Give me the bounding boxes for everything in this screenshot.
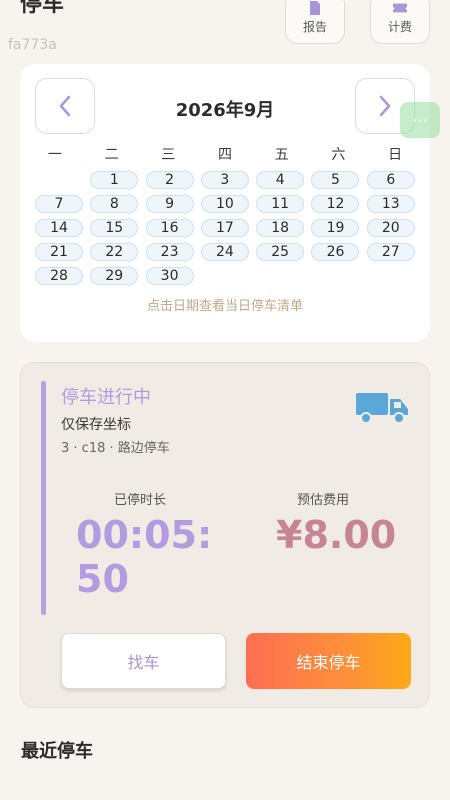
accent-bar [41,381,46,615]
parking-meta: 3 · c18 · 路边停车 [61,441,170,456]
calendar-day[interactable]: 8 [90,195,139,213]
calendar-day[interactable]: 29 [90,267,139,285]
document-icon [310,1,320,15]
calendar-day[interactable]: 20 [366,219,415,237]
parking-page: 停车 报告 计费 fa773a 2026年9月 一 二 三 四 五 六 日 1 … [0,0,450,800]
fee-label: 预估费用 [297,493,350,508]
billing-button[interactable]: 计费 [370,0,430,44]
weekday-label: 日 [388,147,403,163]
truck-icon [356,393,408,424]
calendar-hint: 点击日期查看当日停车清单 [146,299,303,314]
calendar-day[interactable]: 18 [256,219,305,237]
report-label: 报告 [302,20,327,34]
calendar-empty-cell [35,171,83,189]
calendar-day[interactable]: 24 [200,243,249,261]
calendar-day[interactable]: 21 [35,243,83,261]
calendar-day[interactable]: 26 [311,243,360,261]
parking-status-title: 停车进行中 [61,387,151,408]
calendar-day[interactable]: 5 [311,171,360,189]
calendar-day[interactable]: 16 [145,219,194,237]
page-title: 停车 [20,0,65,17]
calendar-day[interactable]: 3 [200,171,249,189]
more-dots-icon: ··· [412,110,428,130]
weekday-label: 六 [331,147,346,163]
calendar-day[interactable]: 17 [200,219,249,237]
weekday-header: 一 二 三 四 五 六 日 [30,144,420,164]
calendar-day[interactable]: 30 [145,267,194,285]
calendar-day[interactable]: 15 [90,219,139,237]
active-parking-card: 停车进行中 仅保存坐标 3 · c18 · 路边停车 已停时长 预估费用 00:… [20,362,430,708]
end-parking-button[interactable]: 结束停车 [246,633,411,689]
calendar-day[interactable]: 25 [256,243,305,261]
calendar-day[interactable]: 22 [90,243,139,261]
calendar-day[interactable]: 6 [366,171,415,189]
weekday-label: 四 [217,147,232,163]
calendar-days-grid: 1 2 3 4 5 6 7 8 9 10 11 12 13 14 15 16 1… [35,171,415,285]
calendar-day[interactable]: 27 [366,243,415,261]
calendar-day[interactable]: 10 [200,195,249,213]
weekday-label: 二 [104,147,119,163]
calendar-day[interactable]: 13 [366,195,415,213]
duration-label: 已停时长 [114,493,167,508]
recent-parking-title: 最近停车 [21,741,93,762]
weekday-label: 一 [47,147,62,163]
billing-label: 计费 [387,20,412,34]
fee-value: ¥8.00 [276,513,397,557]
calendar-card: 2026年9月 一 二 三 四 五 六 日 1 2 3 4 5 6 7 8 9 … [20,64,430,342]
calendar-day[interactable]: 7 [35,195,83,213]
ticket-icon [393,3,407,13]
chevron-right-icon [379,95,391,117]
calendar-day[interactable]: 1 [90,171,139,189]
calendar-day[interactable]: 11 [256,195,305,213]
report-button[interactable]: 报告 [285,0,345,44]
find-car-button[interactable]: 找车 [61,633,226,689]
duration-value: 00:05:50 [76,513,213,601]
more-options-button[interactable]: ··· [400,102,440,138]
calendar-day[interactable]: 28 [35,267,83,285]
weekday-label: 三 [161,147,176,163]
calendar-day[interactable]: 23 [145,243,194,261]
calendar-day[interactable]: 2 [145,171,194,189]
calendar-day[interactable]: 4 [256,171,305,189]
document-id: fa773a [8,37,57,53]
calendar-day[interactable]: 12 [311,195,360,213]
parking-subtitle: 仅保存坐标 [61,417,131,433]
weekday-label: 五 [274,147,289,163]
calendar-day[interactable]: 19 [311,219,360,237]
calendar-day[interactable]: 14 [35,219,83,237]
calendar-day[interactable]: 9 [145,195,194,213]
